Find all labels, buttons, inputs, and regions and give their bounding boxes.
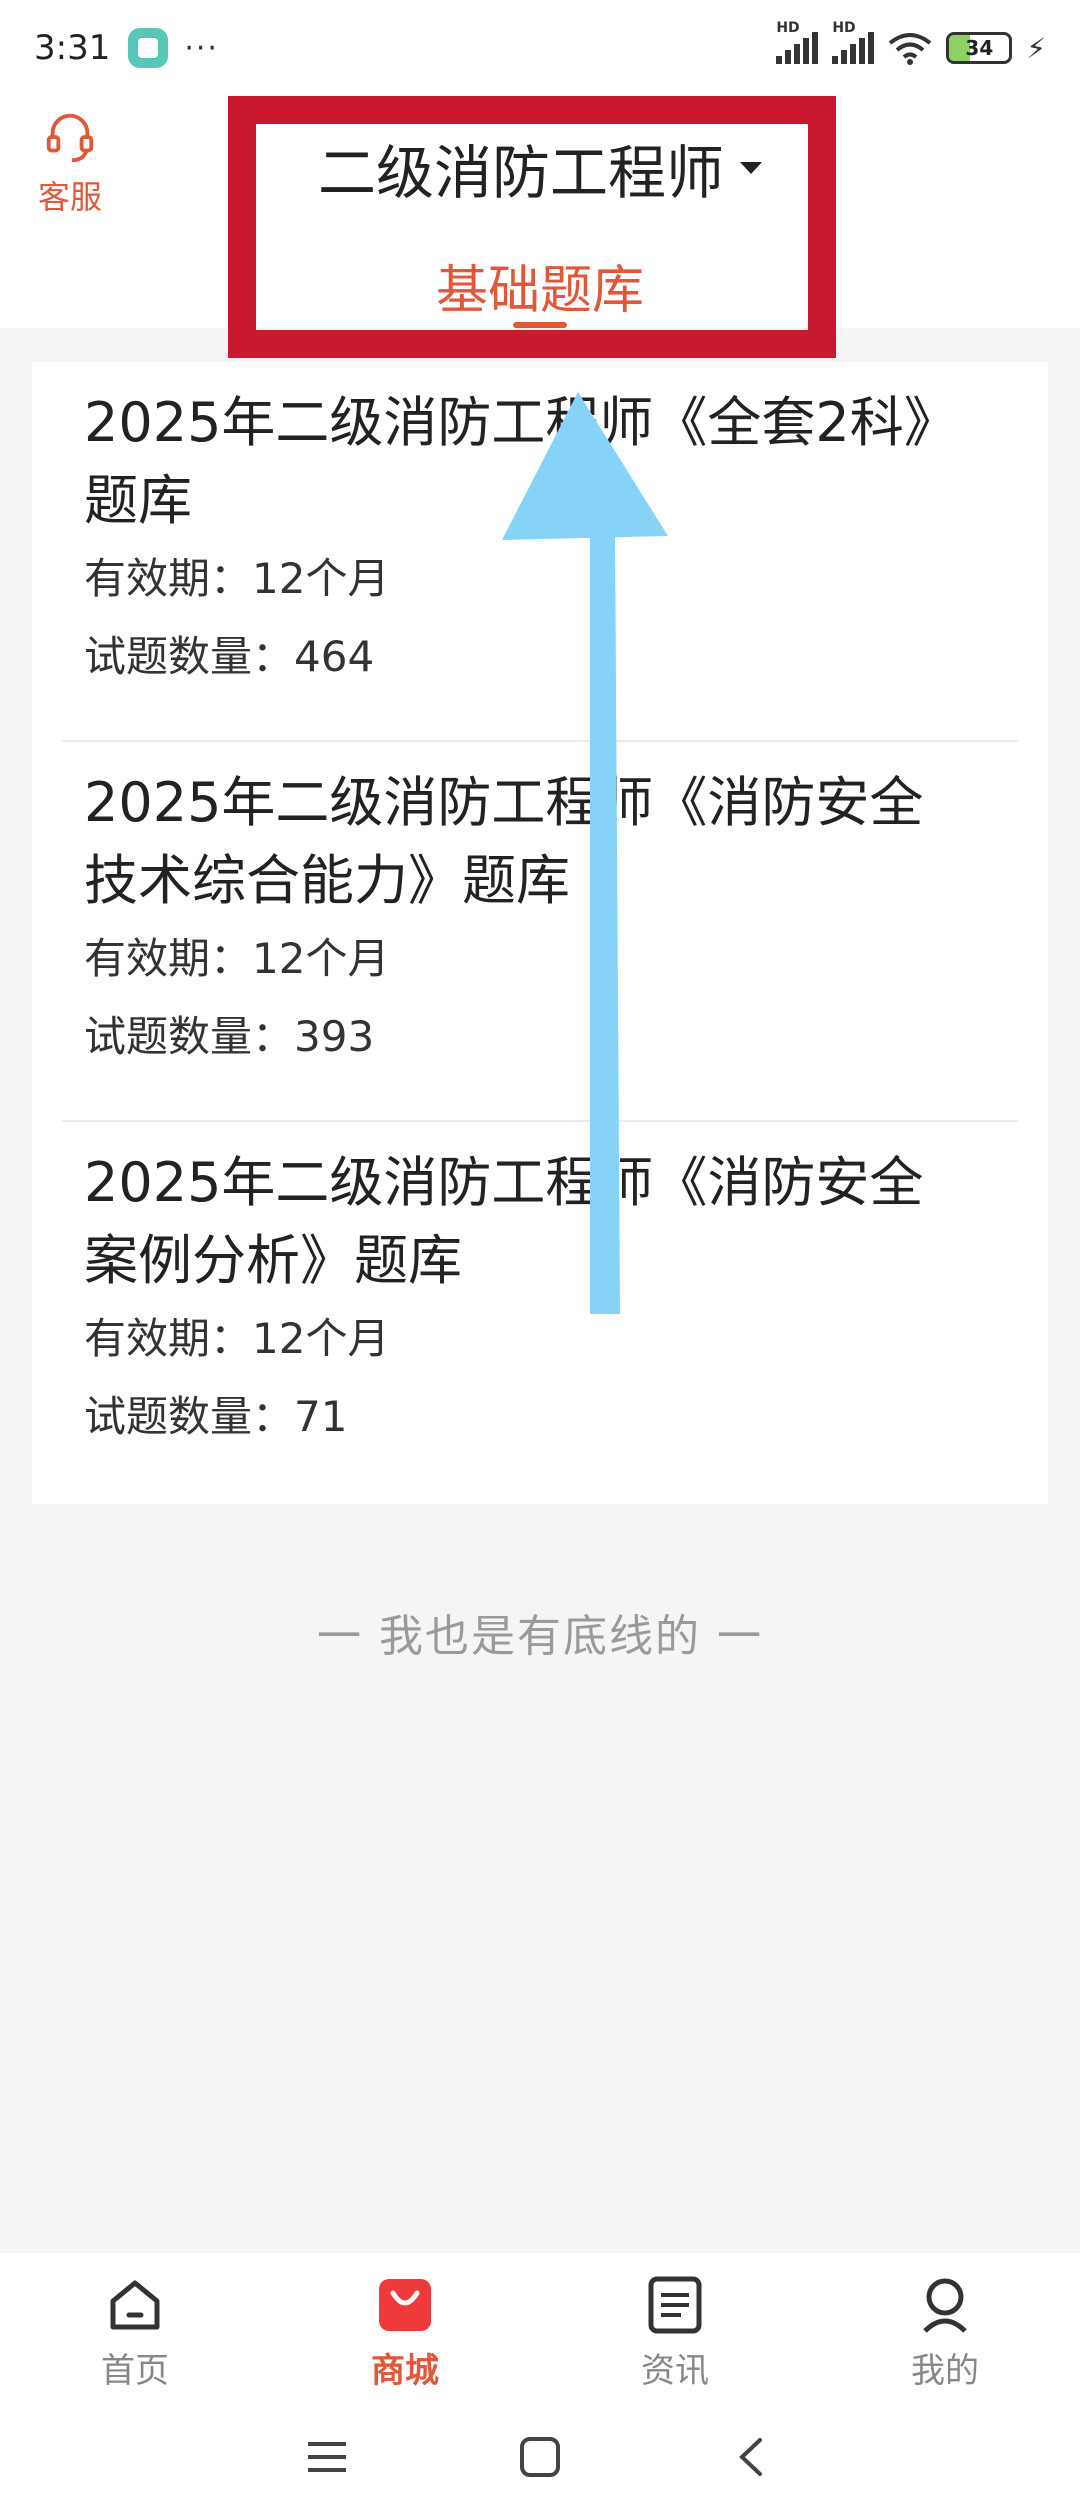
app-screen: 3:31 ··· HD HD 34 ⚡ 客服 二级消防工程师 基础题库 2025… (0, 0, 1080, 2520)
signal-icon: HD (776, 20, 819, 64)
item-title: 2025年二级消防工程师《消防安全 案例分析》题库 (84, 1151, 924, 1292)
system-nav-bar (0, 2394, 1080, 2520)
status-bar: 3:31 ··· HD HD 34 ⚡ (0, 0, 1080, 96)
list-item[interactable]: 2025年二级消防工程师《消防安全 技术综合能力》题库 有效期：12个月 试题数… (32, 764, 1048, 1076)
app-notification-icon (128, 28, 169, 68)
nav-label: 我的 (911, 2351, 979, 2391)
item-question-count: 试题数量：393 (84, 1012, 375, 1061)
tab-indicator (513, 322, 567, 328)
tab-basic-question-bank[interactable]: 基础题库 (0, 248, 1080, 323)
item-question-count: 试题数量：71 (84, 1392, 348, 1441)
shopping-bag-icon (379, 2279, 431, 2331)
page-title: 二级消防工程师 (317, 139, 724, 207)
chevron-down-icon (740, 162, 762, 174)
home-square-icon[interactable] (515, 2432, 565, 2482)
nav-label: 资讯 (641, 2351, 709, 2391)
question-bank-list: 2025年二级消防工程师《全套2科》 题库 有效期：12个月 试题数量：464 … (32, 362, 1048, 1504)
back-icon[interactable] (728, 2432, 778, 2482)
nav-label: 商城 (371, 2351, 439, 2391)
item-validity: 有效期：12个月 (84, 934, 390, 983)
profile-icon (923, 2278, 967, 2333)
news-icon (648, 2276, 702, 2334)
status-time: 3:31 (34, 28, 111, 68)
item-validity: 有效期：12个月 (84, 554, 390, 603)
menu-icon[interactable] (302, 2432, 352, 2482)
list-item[interactable]: 2025年二级消防工程师《全套2科》 题库 有效期：12个月 试题数量：464 (32, 384, 1048, 696)
item-validity: 有效期：12个月 (84, 1314, 390, 1363)
nav-label: 首页 (101, 2351, 169, 2391)
charging-icon: ⚡ (1026, 31, 1046, 65)
nav-home[interactable]: 首页 (0, 2253, 270, 2394)
divider (62, 1120, 1018, 1122)
item-title: 2025年二级消防工程师《全套2科》 题库 (84, 391, 958, 532)
status-icons: HD HD 34 ⚡ (776, 20, 1046, 65)
battery-icon: 34 (946, 32, 1013, 64)
item-question-count: 试题数量：464 (84, 632, 375, 681)
header: 客服 二级消防工程师 基础题库 (0, 96, 1080, 358)
list-item[interactable]: 2025年二级消防工程师《消防安全 案例分析》题库 有效期：12个月 试题数量：… (32, 1144, 1048, 1456)
more-notifications-icon: ··· (184, 30, 219, 66)
item-title: 2025年二级消防工程师《消防安全 技术综合能力》题库 (84, 771, 924, 912)
home-icon (110, 2280, 160, 2330)
nav-profile[interactable]: 我的 (810, 2253, 1080, 2394)
end-of-list-note: 一 我也是有底线的 一 (317, 1611, 763, 1662)
wifi-icon (889, 33, 932, 65)
nav-news[interactable]: 资讯 (540, 2253, 810, 2394)
category-dropdown[interactable]: 二级消防工程师 (0, 126, 1080, 210)
signal-icon-2: HD (832, 20, 875, 64)
bottom-nav: 首页 商城 资讯 我的 (0, 2252, 1080, 2394)
nav-mall[interactable]: 商城 (270, 2253, 540, 2394)
divider (62, 740, 1018, 742)
